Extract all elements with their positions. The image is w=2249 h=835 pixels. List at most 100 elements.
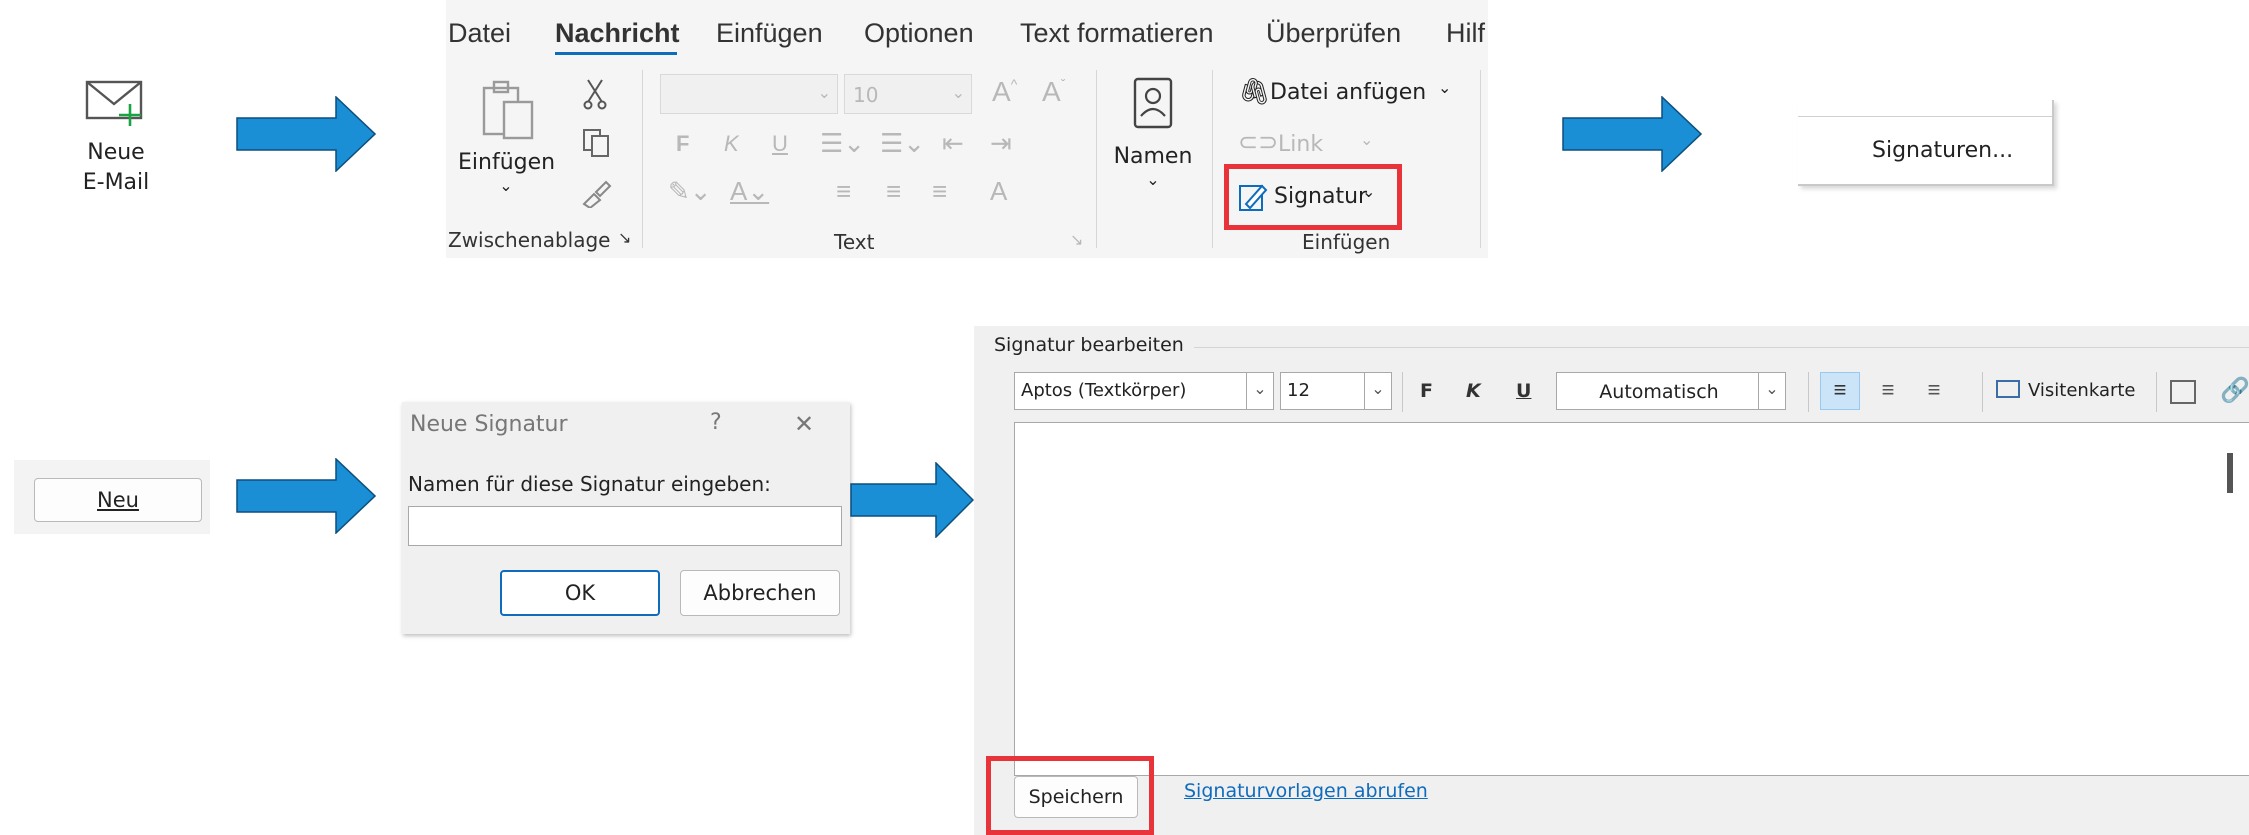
- chevron-down-icon: ⌄: [1146, 172, 1160, 189]
- italic-button[interactable]: K: [724, 131, 739, 157]
- decrease-indent-icon[interactable]: ⇤: [942, 128, 964, 159]
- save-button[interactable]: Speichern: [1014, 776, 1138, 818]
- close-icon[interactable]: ✕: [794, 410, 814, 438]
- names-label: Namen: [1113, 144, 1193, 169]
- cancel-button[interactable]: Abbrechen: [680, 570, 840, 616]
- chevron-down-icon: ⌄: [1364, 373, 1391, 409]
- help-button[interactable]: ?: [710, 410, 722, 435]
- bold-button[interactable]: F: [676, 131, 689, 157]
- font-size-combobox[interactable]: 10 ⌄: [844, 74, 972, 114]
- font-name-combobox[interactable]: Aptos (Textkörper) ⌄: [1014, 372, 1274, 410]
- chevron-down-icon: ⌄: [1758, 373, 1785, 409]
- underline-button[interactable]: U: [1516, 380, 1531, 402]
- numbering-icon[interactable]: ☰⌄: [880, 128, 925, 159]
- link-icon: ⊂⊃: [1238, 129, 1279, 156]
- format-painter-icon[interactable]: [580, 178, 612, 208]
- align-right-icon[interactable]: ≡: [932, 176, 947, 207]
- toolbar-separator: [1402, 372, 1403, 412]
- align-left-button[interactable]: ≡: [1820, 372, 1860, 410]
- increase-indent-icon[interactable]: ⇥: [990, 128, 1012, 159]
- tab-nachricht[interactable]: Nachricht: [555, 18, 680, 49]
- toolbar-separator: [1808, 372, 1809, 412]
- signature-templates-link[interactable]: Signaturvorlagen abrufen: [1184, 780, 1428, 802]
- group-line: [1174, 347, 2249, 348]
- signature-button[interactable]: Signatur ⌄: [1238, 180, 1388, 216]
- font-color-value: Automatisch: [1599, 381, 1719, 403]
- bullets-icon[interactable]: ☰⌄: [820, 128, 865, 159]
- paste-button[interactable]: Einfügen ⌄: [458, 74, 555, 204]
- new-email-label-line1: Neue: [87, 140, 145, 165]
- business-card-label: Visitenkarte: [2028, 380, 2136, 401]
- align-left-icon[interactable]: ≡: [836, 176, 851, 207]
- chevron-down-icon: ⌄: [1246, 373, 1273, 409]
- arrow-right-icon: [236, 458, 376, 534]
- font-size-combobox[interactable]: 12 ⌄: [1280, 372, 1392, 410]
- signature-dropdown-menu: Signaturen...: [1798, 100, 2054, 186]
- paperclip-icon: 🖇: [1238, 76, 1272, 106]
- font-name-combobox[interactable]: ⌄: [660, 74, 838, 114]
- attach-file-button[interactable]: 🖇 Datei anfügen ⌄: [1238, 76, 1468, 112]
- signature-name-input[interactable]: [408, 506, 842, 546]
- signatures-menu-item[interactable]: Signaturen...: [1872, 138, 2013, 163]
- text-group-label: Text: [834, 230, 875, 254]
- grow-font-icon: A^: [992, 76, 1018, 107]
- tab-active-underline: [555, 52, 677, 55]
- signature-label: Signatur: [1274, 184, 1368, 209]
- chevron-down-icon: ⌄: [499, 178, 513, 195]
- arrow-right-icon: [236, 96, 376, 172]
- clipboard-group-label: Zwischenablage: [448, 228, 611, 252]
- dialog-title: Neue Signatur: [410, 412, 568, 437]
- new-button-panel: Neu: [14, 460, 210, 534]
- tab-text-formatieren[interactable]: Text formatieren: [1020, 18, 1214, 49]
- new-email-label-line2: E-Mail: [82, 170, 150, 195]
- ribbon-separator: [1480, 70, 1481, 248]
- new-signature-button[interactable]: Neu: [34, 478, 202, 522]
- link-button[interactable]: ⊂⊃ Link ⌄: [1238, 128, 1438, 164]
- italic-button[interactable]: K: [1466, 380, 1481, 402]
- chevron-down-icon: ⌄: [1438, 80, 1452, 97]
- align-right-button[interactable]: ≡: [1914, 372, 1954, 410]
- insert-group-label: Einfügen: [1302, 230, 1391, 254]
- ok-button[interactable]: OK: [500, 570, 660, 616]
- signature-editor-panel: Signatur bearbeiten Aptos (Textkörper) ⌄…: [974, 326, 2249, 835]
- font-color-combobox[interactable]: Automatisch ⌄: [1556, 372, 1786, 410]
- new-signature-dialog: Neue Signatur ? ✕ Namen für diese Signat…: [402, 402, 850, 634]
- copy-icon[interactable]: [582, 128, 610, 158]
- paste-label: Einfügen: [458, 150, 556, 175]
- align-center-button[interactable]: ≡: [1868, 372, 1908, 410]
- tab-optionen[interactable]: Optionen: [864, 18, 974, 49]
- shrink-font-icon: Aˇ: [1042, 76, 1066, 107]
- link-label: Link: [1278, 132, 1324, 157]
- dialog-launcher-icon[interactable]: ↘: [618, 228, 631, 248]
- align-center-icon[interactable]: ≡: [886, 176, 901, 207]
- dialog-prompt: Namen für diese Signatur eingeben:: [408, 472, 771, 496]
- scissors-icon[interactable]: [582, 78, 608, 110]
- chevron-down-icon: ⌄: [1362, 184, 1376, 201]
- insert-picture-icon[interactable]: [2170, 380, 2196, 404]
- styles-icon[interactable]: A: [990, 176, 1007, 207]
- tab-datei[interactable]: Datei: [448, 18, 511, 49]
- new-email-button[interactable]: Neue E-Mail: [62, 72, 170, 202]
- scrollbar-thumb[interactable]: [2227, 453, 2233, 493]
- business-card-button[interactable]: Visitenkarte: [1994, 376, 2144, 408]
- ribbon-separator: [1212, 70, 1213, 248]
- tab-ueberpruefen[interactable]: Überprüfen: [1266, 18, 1401, 49]
- ribbon: Datei Nachricht Einfügen Optionen Text f…: [446, 0, 1488, 258]
- address-book-icon: [1133, 77, 1173, 129]
- ribbon-separator: [642, 70, 643, 248]
- toolbar-separator: [2156, 372, 2157, 412]
- tab-hilfe[interactable]: Hilf: [1446, 18, 1485, 49]
- font-name-value: Aptos (Textkörper): [1021, 380, 1187, 401]
- underline-button[interactable]: U: [772, 131, 788, 157]
- dialog-launcher-icon[interactable]: ↘: [1070, 230, 1083, 250]
- tab-einfuegen[interactable]: Einfügen: [716, 18, 823, 49]
- menu-separator: [1798, 116, 2052, 117]
- address-book-button[interactable]: Namen ⌄: [1110, 72, 1196, 202]
- signature-body-editor[interactable]: [1014, 422, 2249, 776]
- insert-hyperlink-icon[interactable]: 🔗: [2220, 376, 2249, 405]
- bold-button[interactable]: F: [1420, 380, 1433, 402]
- font-color-icon[interactable]: A⌄: [730, 176, 769, 207]
- ok-label: OK: [564, 581, 596, 605]
- attach-file-label: Datei anfügen: [1270, 80, 1427, 105]
- highlighter-icon[interactable]: ✎⌄: [668, 176, 712, 207]
